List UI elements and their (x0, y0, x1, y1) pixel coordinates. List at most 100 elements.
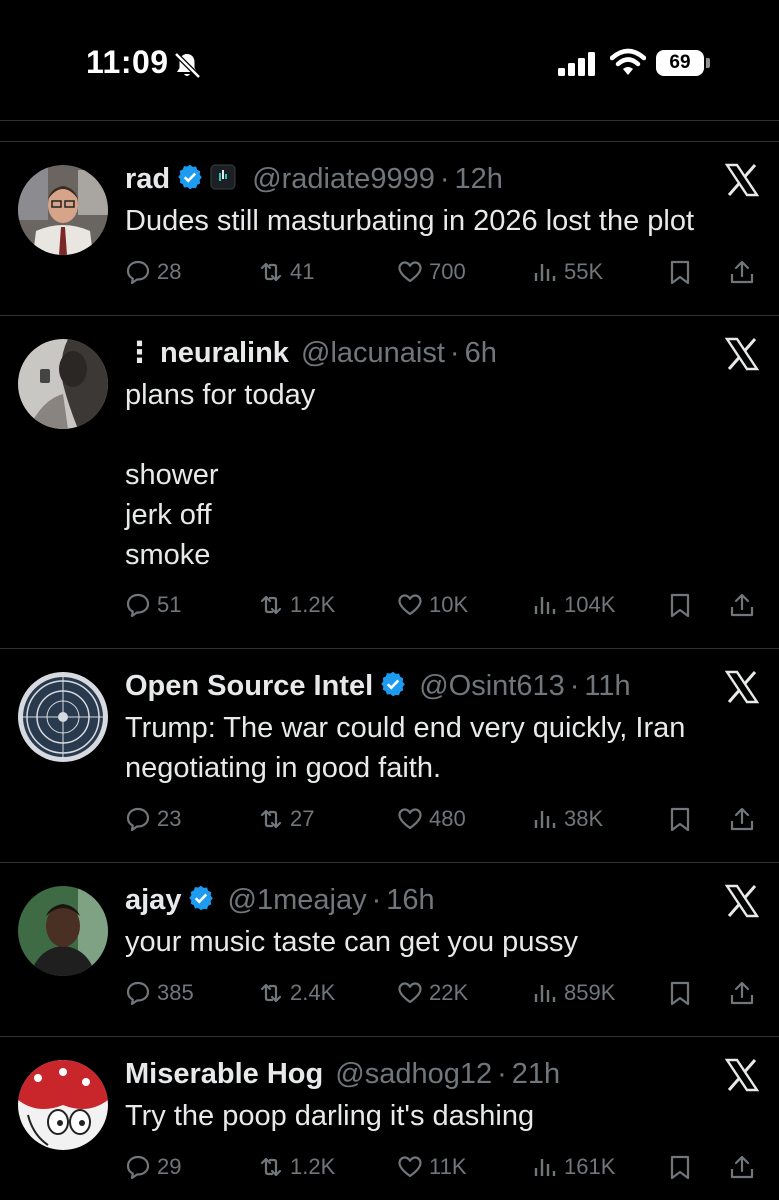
repost-icon (260, 595, 282, 615)
verified-badge-icon (381, 672, 405, 697)
tweet-card[interactable]: ⋮ neuralink @lacunaist · 6h plans for today… (0, 315, 779, 648)
repost-count: 27 (290, 806, 315, 831)
wifi-icon (610, 48, 646, 75)
handle[interactable]: @1meajay (228, 884, 367, 916)
handle[interactable]: @sadhog12 (335, 1058, 492, 1090)
share-icon[interactable] (729, 259, 755, 285)
like-count: 480 (429, 806, 466, 831)
views-icon (534, 811, 556, 828)
divider (0, 315, 779, 316)
handle[interactable]: @radiate9999 (252, 163, 435, 195)
like-icon (398, 594, 422, 616)
action-bar: 51 1.2K 10K 104K (125, 590, 765, 620)
reply-button[interactable]: 28 (125, 257, 181, 287)
view-count: 55K (564, 259, 604, 284)
views-icon (534, 985, 556, 1002)
views-button[interactable]: 38K (532, 804, 603, 834)
repost-icon (260, 262, 282, 282)
verified-badge-icon (178, 165, 202, 190)
avatar[interactable] (18, 339, 108, 429)
avatar[interactable] (18, 1060, 108, 1150)
timestamp[interactable]: 16h (386, 884, 434, 916)
handle[interactable]: @lacunaist (301, 337, 445, 369)
like-count: 11K (429, 1154, 467, 1179)
x-logo-icon[interactable] (725, 337, 759, 371)
x-logo-icon[interactable] (725, 1058, 759, 1092)
avatar[interactable] (18, 672, 108, 762)
divider (0, 1036, 779, 1037)
view-count: 859K (564, 980, 616, 1005)
display-name[interactable]: Open Source Intel (125, 670, 373, 702)
separator: · (449, 337, 460, 369)
like-button[interactable]: 700 (397, 257, 466, 287)
repost-button[interactable]: 2.4K (258, 978, 335, 1008)
reply-count: 28 (157, 259, 182, 284)
tweet-card[interactable]: ajay @1meajay · 16h your music taste can g… (0, 862, 779, 1036)
like-icon (398, 261, 422, 283)
like-count: 22K (429, 980, 469, 1005)
views-button[interactable]: 859K (532, 978, 615, 1008)
repost-button[interactable]: 27 (258, 804, 314, 834)
action-bar: 28 41 700 55K (125, 257, 765, 287)
timestamp[interactable]: 12h (455, 163, 503, 195)
timestamp[interactable]: 6h (465, 337, 497, 369)
like-icon (398, 1156, 422, 1178)
x-logo-icon[interactable] (725, 163, 759, 197)
reply-button[interactable]: 23 (125, 804, 181, 834)
view-count: 38K (564, 806, 604, 831)
timestamp[interactable]: 21h (512, 1058, 560, 1090)
display-name[interactable]: rad (125, 163, 170, 195)
views-button[interactable]: 104K (532, 590, 615, 620)
reply-icon (126, 593, 150, 618)
tweet-card[interactable]: Miserable Hog @sadhog12 · 21h Try the poop… (0, 1036, 779, 1200)
tweet-text: Dudes still masturbating in 2026 lost th… (125, 205, 695, 237)
display-name[interactable]: neuralink (160, 337, 289, 369)
views-icon (534, 597, 556, 614)
share-icon[interactable] (729, 592, 755, 618)
tweet-text: your music taste can get you pussy (125, 926, 578, 958)
like-button[interactable]: 10K (397, 590, 468, 620)
avatar[interactable] (18, 886, 108, 976)
views-icon (534, 1159, 556, 1176)
status-time: 11:09 (86, 44, 169, 80)
reply-button[interactable]: 29 (125, 1152, 181, 1182)
reply-count: 385 (157, 980, 194, 1005)
x-logo-icon[interactable] (725, 884, 759, 918)
status-bar: 11:09 69 (0, 0, 779, 120)
like-count: 10K (429, 592, 469, 617)
like-icon (398, 982, 422, 1004)
like-count: 700 (429, 259, 466, 284)
bookmark-icon[interactable] (667, 980, 693, 1006)
handle[interactable]: @Osint613 (419, 670, 565, 702)
display-name[interactable]: Miserable Hog (125, 1058, 323, 1090)
share-icon[interactable] (729, 806, 755, 832)
bookmark-icon[interactable] (667, 806, 693, 832)
like-button[interactable]: 22K (397, 978, 468, 1008)
bookmark-icon[interactable] (667, 1154, 693, 1180)
bookmark-icon[interactable] (667, 592, 693, 618)
share-icon[interactable] (729, 980, 755, 1006)
repost-button[interactable]: 41 (258, 257, 314, 287)
like-button[interactable]: 11K (397, 1152, 467, 1182)
views-button[interactable]: 161K (532, 1152, 615, 1182)
x-logo-icon[interactable] (725, 670, 759, 704)
reply-button[interactable]: 385 (125, 978, 194, 1008)
share-icon[interactable] (729, 1154, 755, 1180)
reply-button[interactable]: 51 (125, 590, 181, 620)
repost-button[interactable]: 1.2K (258, 590, 335, 620)
views-button[interactable]: 55K (532, 257, 603, 287)
tweet-card[interactable]: rad @radiate9999 · 12h Dudes still masturb… (0, 141, 779, 315)
tweet-text: plans for today shower jerk off smoke (125, 379, 316, 571)
divider (0, 862, 779, 863)
like-button[interactable]: 480 (397, 804, 466, 834)
avatar[interactable] (18, 165, 108, 255)
bookmark-icon[interactable] (667, 259, 693, 285)
ellipsis-icon: ⋮ (125, 337, 154, 369)
tweet-text: Trump: The war could end very quickly, I… (125, 712, 686, 784)
tweet-card[interactable]: Open Source Intel @Osint613 · 11h Trump: T… (0, 648, 779, 862)
cellular-signal-icon (558, 52, 595, 76)
repost-button[interactable]: 1.2K (258, 1152, 335, 1182)
separator: · (439, 163, 450, 195)
display-name[interactable]: ajay (125, 884, 181, 916)
timestamp[interactable]: 11h (584, 670, 630, 702)
